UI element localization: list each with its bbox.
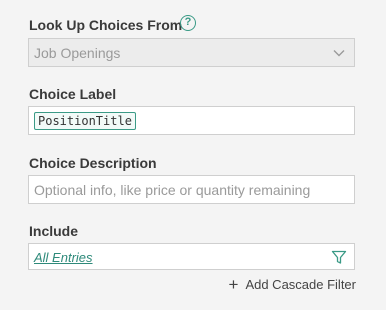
add-cascade-filter-button[interactable]: + Add Cascade Filter <box>228 274 357 294</box>
choices-settings-panel: Look Up Choices From ? Job Openings Choi… <box>0 0 386 310</box>
all-entries-link[interactable]: All Entries <box>34 250 93 265</box>
lookup-selected-value: Job Openings <box>34 45 121 61</box>
question-circle-icon[interactable]: ? <box>180 15 196 31</box>
include-filter-field[interactable]: All Entries <box>28 243 355 270</box>
field-token[interactable]: PositionTitle <box>34 112 136 130</box>
choice-description-heading: Choice Description <box>29 155 157 171</box>
plus-icon: + <box>228 274 239 294</box>
choice-description-field[interactable]: Optional info, like price or quantity re… <box>28 175 355 204</box>
lookup-label: Look Up Choices From <box>29 17 183 33</box>
choice-label-heading: Choice Label <box>29 86 117 102</box>
lookup-source-select[interactable]: Job Openings <box>28 38 355 67</box>
include-heading: Include <box>29 223 79 239</box>
add-cascade-filter-label: Add Cascade Filter <box>245 277 356 292</box>
filter-icon[interactable] <box>331 250 347 265</box>
choice-label-field[interactable]: PositionTitle <box>28 106 355 135</box>
chevron-down-icon <box>333 50 345 57</box>
choice-description-placeholder: Optional info, like price or quantity re… <box>34 182 311 198</box>
